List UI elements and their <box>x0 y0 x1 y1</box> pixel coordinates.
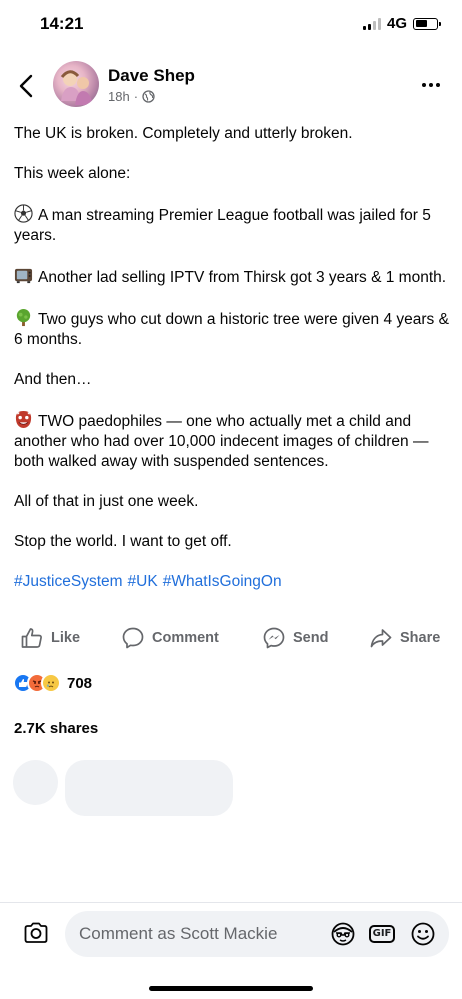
messenger-icon <box>263 627 285 649</box>
post-paragraph: A man streaming Premier League football … <box>14 204 450 246</box>
status-bar: 14:21 4G <box>0 0 462 50</box>
status-indicators: 4G <box>362 15 441 32</box>
post-paragraph: All of that in just one week. <box>14 493 199 510</box>
post-meta: 18h · <box>108 89 155 104</box>
avatar-sticker-icon[interactable] <box>330 921 356 947</box>
comment-input[interactable]: Comment as Scott Mackie GIF <box>65 911 449 957</box>
back-button[interactable] <box>12 68 40 104</box>
share-arrow-icon <box>370 629 392 648</box>
battery-icon <box>413 17 441 30</box>
comment-bubble-icon <box>122 627 144 649</box>
soccer-ball-icon <box>14 204 33 223</box>
comment-skeleton-avatar <box>13 760 58 805</box>
send-button[interactable]: Send <box>262 626 328 650</box>
camera-icon <box>24 922 48 943</box>
chevron-left-icon <box>19 74 33 98</box>
post-paragraph: And then… <box>14 371 92 388</box>
tv-icon <box>14 268 33 284</box>
post-paragraph: This week alone: <box>14 165 131 182</box>
ellipsis-icon <box>422 83 426 87</box>
network-type: 4G <box>386 15 407 32</box>
post-paragraph: The UK is broken. Completely and utterly… <box>14 125 353 142</box>
author-avatar[interactable] <box>53 61 99 107</box>
hashtag-link[interactable]: #JusticeSystem <box>14 573 123 590</box>
post-paragraph: Stop the world. I want to get off. <box>14 533 232 550</box>
signal-strength-icon <box>362 17 381 30</box>
home-indicator <box>149 986 313 991</box>
share-button[interactable]: Share <box>369 626 440 650</box>
thumbs-up-icon <box>21 628 42 648</box>
more-options-button[interactable] <box>418 72 444 98</box>
hashtag-link[interactable]: #WhatIsGoingOn <box>163 573 282 590</box>
comment-skeleton-bubble <box>65 760 233 816</box>
post-body: The UK is broken. Completely and utterly… <box>14 124 450 612</box>
post-paragraph: Two guys who cut down a historic tree we… <box>14 308 450 350</box>
status-time: 14:21 <box>40 14 84 33</box>
avatar-photo <box>60 70 93 105</box>
gif-icon: GIF <box>368 925 396 943</box>
post-actions: Like Comment Send Share <box>0 624 462 654</box>
tree-icon <box>16 308 31 327</box>
emoji-icon[interactable] <box>410 921 436 947</box>
like-button[interactable]: Like <box>20 626 80 650</box>
post-timestamp[interactable]: 18h <box>108 89 130 104</box>
author-name[interactable]: Dave Shep <box>108 66 195 86</box>
comment-placeholder: Comment as Scott Mackie <box>79 924 278 943</box>
reaction-count: 708 <box>67 674 93 692</box>
globe-icon[interactable] <box>142 90 155 103</box>
gif-button[interactable]: GIF <box>368 921 396 947</box>
share-count[interactable]: 2.7K shares <box>14 720 98 737</box>
sad-reaction-icon <box>41 673 61 693</box>
ogre-icon <box>15 410 32 429</box>
hashtag-link[interactable]: #UK <box>128 573 158 590</box>
post-header: Dave Shep 18h · <box>0 58 462 114</box>
post-paragraph: TWO paedophiles — one who actually met a… <box>14 410 450 472</box>
meta-separator: · <box>133 89 139 104</box>
comment-composer: Comment as Scott Mackie GIF <box>0 902 462 999</box>
hashtags: #JusticeSystem #UK #WhatIsGoingOn <box>14 572 450 592</box>
post-paragraph: Another lad selling IPTV from Thirsk got… <box>14 266 450 288</box>
comment-button[interactable]: Comment <box>121 626 219 650</box>
camera-button[interactable] <box>22 919 50 947</box>
reaction-summary[interactable]: 708 <box>13 673 92 693</box>
